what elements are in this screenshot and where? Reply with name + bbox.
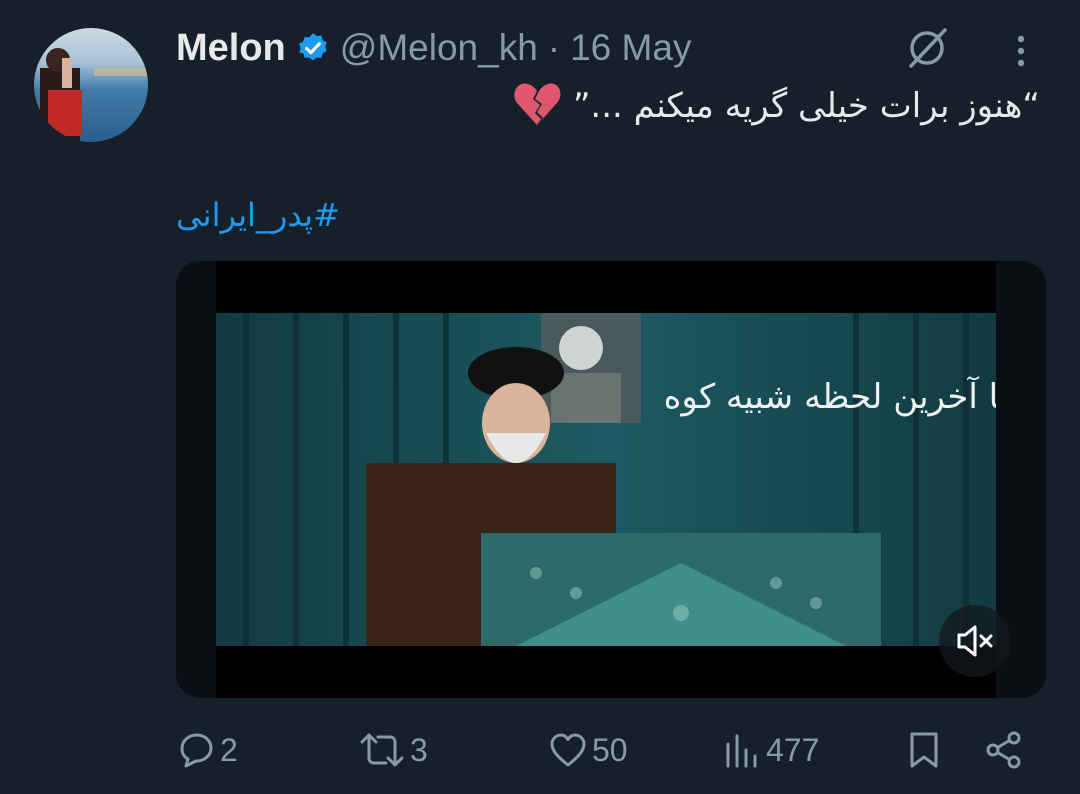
grok-icon[interactable]: [903, 24, 951, 72]
more-options-icon[interactable]: [1006, 34, 1036, 68]
repost-icon: [360, 733, 404, 767]
author-handle[interactable]: @Melon_kh: [340, 27, 538, 69]
verified-badge-icon[interactable]: [296, 31, 330, 65]
mute-button[interactable]: [939, 605, 1011, 677]
author-name[interactable]: Melon: [176, 27, 286, 70]
tweet-date[interactable]: 16 May: [570, 27, 691, 69]
bookmark-icon: [910, 732, 938, 768]
hashtag-link[interactable]: #پدر_ایرانی: [176, 196, 340, 234]
repost-button[interactable]: 3: [358, 722, 428, 778]
tweet-text-content: “هنوز برات خیلی گریه میکنم ...”: [572, 86, 1040, 126]
video-caption-overlay: تا آخرین لحظه شبیه کوه: [664, 376, 996, 417]
video-thumbnail: تا آخرین لحظه شبیه کوه: [216, 313, 996, 646]
views-chart-icon: [726, 734, 757, 768]
reply-count: 2: [220, 731, 238, 768]
repost-count: 3: [410, 731, 428, 768]
broken-heart-icon: [514, 83, 561, 125]
tweet-actions: 2 3 50 477: [176, 722, 1036, 778]
view-count: 477: [766, 731, 820, 768]
tweet-text: “هنوز برات خیلی گریه میکنم ...”: [180, 80, 1040, 132]
share-icon: [986, 731, 1021, 769]
tweet-header: Melon @Melon_kh · 16 May: [176, 22, 1040, 74]
heart-icon: [550, 733, 586, 767]
reply-icon: [180, 733, 213, 768]
avatar-person: [40, 48, 82, 142]
views-button[interactable]: 477: [722, 722, 819, 778]
avatar-landscape: [94, 68, 148, 76]
share-button[interactable]: [984, 722, 1028, 778]
like-count: 50: [592, 731, 628, 768]
video-player[interactable]: تا آخرین لحظه شبیه کوه: [176, 261, 1046, 698]
video-frame[interactable]: تا آخرین لحظه شبیه کوه: [216, 261, 996, 698]
separator-dot: ·: [547, 27, 561, 68]
avatar[interactable]: [34, 28, 148, 142]
like-button[interactable]: 50: [548, 722, 628, 778]
reply-button[interactable]: 2: [176, 722, 238, 778]
volume-muted-icon: [957, 625, 993, 657]
bookmark-button[interactable]: [906, 722, 946, 778]
